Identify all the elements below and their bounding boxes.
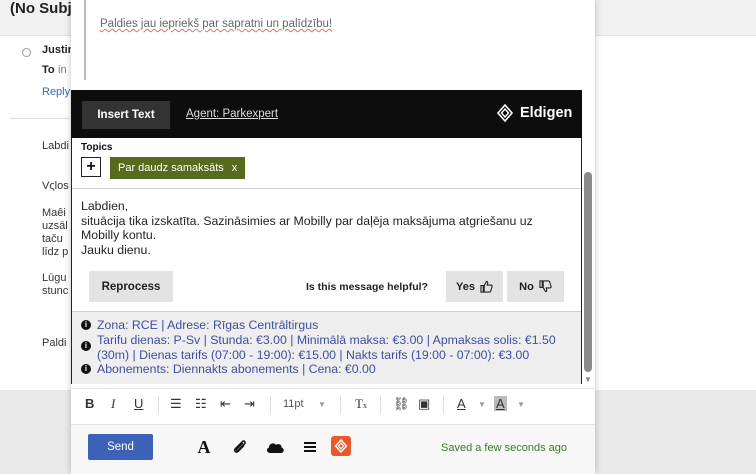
link-icon[interactable]: ⛓ (393, 396, 410, 412)
info-text: Zona: RCE | Adrese: Rīgas Centrāltirgus (97, 318, 319, 332)
info-row-tariff[interactable]: i Tarifu dienas: P-Sv | Stunda: €3.00 | … (81, 333, 573, 362)
toolbar-separator (443, 396, 444, 414)
divider (72, 188, 581, 189)
send-button[interactable]: Send (88, 434, 153, 460)
numbered-list-icon[interactable]: ☷ (195, 396, 207, 412)
body-snippet: taču (42, 233, 63, 245)
clear-formatting-icon[interactable]: Tx (355, 396, 367, 412)
topics-label: Topics (81, 142, 113, 153)
no-button[interactable]: No (507, 271, 564, 302)
body-snippet: Maêi (42, 207, 66, 219)
message-line: Jauku dienu. (81, 242, 151, 257)
text-format-icon[interactable]: A (193, 436, 215, 458)
chevron-down-icon[interactable]: ▼ (517, 400, 525, 409)
info-text: Tarifu dienas: P-Sv | Stunda: €3.00 | Mi… (97, 333, 556, 362)
brand-name: Eldigen (520, 105, 573, 121)
save-status: Saved a few seconds ago (441, 442, 567, 454)
message-select-radio[interactable] (22, 48, 31, 57)
text-color-icon[interactable]: A (457, 396, 466, 411)
eldigen-logo-icon (334, 439, 348, 453)
image-icon[interactable]: ▣ (418, 396, 430, 412)
bold-icon[interactable]: B (85, 396, 94, 411)
italic-icon[interactable]: I (111, 396, 115, 412)
header-divider (10, 118, 70, 119)
reprocess-button[interactable]: Reprocess (89, 271, 173, 302)
message-line: Labdien, (81, 199, 129, 213)
no-label: No (519, 280, 534, 293)
chevron-down-icon[interactable]: ▼ (318, 400, 326, 409)
add-topic-button[interactable]: + (81, 157, 101, 177)
eldigen-addin-button[interactable] (331, 436, 351, 456)
sender-name: Justin (42, 44, 75, 56)
yes-label: Yes (456, 280, 475, 293)
body-snippet: Paldi (42, 337, 67, 349)
info-row-subscription[interactable]: i Abonements: Diennakts abonements | Cen… (81, 362, 573, 377)
chevron-down-icon[interactable]: ▼ (478, 400, 486, 409)
body-snippet: Vςlos (42, 180, 69, 192)
info-icon: i (81, 320, 91, 330)
body-snippet: uzsāl (42, 220, 68, 232)
message-line: situācija tika izskatīta. Sazināsimies a… (81, 213, 533, 228)
cloud-drive-icon (267, 443, 284, 453)
highlight-color-icon[interactable]: A (494, 396, 507, 411)
thumbs-up-icon (480, 280, 493, 293)
topic-remove-icon[interactable]: x (232, 162, 238, 174)
info-row-zone[interactable]: i Zona: RCE | Adrese: Rīgas Centrāltirgu… (81, 318, 573, 333)
generated-message[interactable]: Labdien, situācija tika izskatīta. Sazin… (81, 199, 576, 257)
info-text: Abonements: Diennakts abonements | Cena:… (97, 362, 376, 376)
underline-icon[interactable]: U (134, 396, 143, 411)
helpful-question: Is this message helpful? (306, 281, 428, 293)
scrollbar-thumb[interactable] (584, 172, 592, 372)
toolbar-separator (340, 396, 341, 414)
topic-chip: Par daudz samaksāts x (110, 157, 246, 179)
toolbar-separator (380, 396, 381, 414)
quote-bar (84, 0, 86, 80)
to-value: in (58, 64, 67, 76)
to-label: To (42, 64, 55, 76)
toolbar-separator (158, 396, 159, 414)
body-snippet: Lūgu (42, 272, 67, 284)
message-line: Mobilly kontu. (81, 228, 157, 242)
topic-chip-label: Par daudz samaksāts (118, 162, 224, 174)
menu-lines-icon (304, 442, 316, 452)
top-right-bar (594, 0, 756, 35)
body-snippet: stunc (42, 285, 69, 297)
thumbs-down-icon (539, 280, 552, 293)
font-size-select[interactable]: 11pt (283, 398, 304, 410)
attachment-icon[interactable] (229, 436, 251, 458)
yes-button[interactable]: Yes (446, 271, 503, 302)
tab-agent[interactable]: Agent: Parkexpert (186, 108, 278, 120)
more-options-icon[interactable] (299, 436, 321, 458)
body-snippet: līdz p (42, 246, 69, 258)
eldigen-logo-icon (496, 104, 514, 122)
cloud-icon[interactable] (264, 436, 286, 458)
outdent-icon[interactable]: ⇤ (220, 396, 231, 412)
tab-insert-text[interactable]: Insert Text (82, 101, 170, 129)
info-icon: i (81, 341, 91, 351)
bullet-list-icon[interactable]: ☰ (170, 396, 182, 412)
indent-icon[interactable]: ⇥ (244, 396, 255, 412)
reply-link[interactable]: Reply (42, 86, 70, 98)
compose-quoted-text[interactable]: Paldies jau iepriekš par sapratni un pal… (100, 18, 332, 30)
info-icon: i (81, 364, 91, 374)
scroll-down-icon[interactable]: ▼ (584, 375, 592, 384)
toolbar-separator (270, 396, 271, 414)
email-subject: (No Subj (10, 0, 72, 17)
paperclip-icon (234, 440, 246, 453)
body-snippet: Labdi (42, 140, 69, 152)
eldigen-brand: Eldigen (496, 104, 572, 122)
